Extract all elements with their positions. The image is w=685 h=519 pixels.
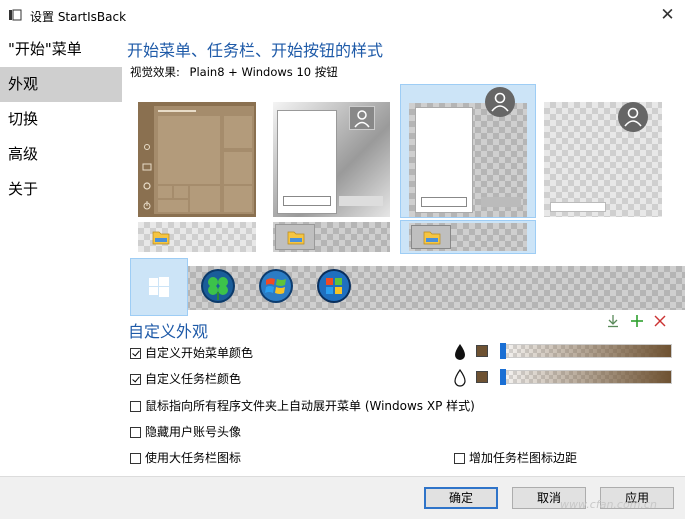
option-label: 增加任务栏图标边距 xyxy=(469,451,578,465)
slider-thumb[interactable] xyxy=(500,343,506,359)
style-thumb-plain-gray[interactable] xyxy=(400,84,536,218)
option-label: 鼠标指向所有程序文件夹上自动展开菜单 (Windows XP 样式) xyxy=(145,399,475,413)
checkbox-xp-style-expand[interactable] xyxy=(130,401,141,412)
style-thumb-plain-light[interactable] xyxy=(273,102,390,217)
taskbar-color-swatch[interactable] xyxy=(476,371,488,383)
folder-icon xyxy=(287,231,305,245)
close-button[interactable]: ✕ xyxy=(650,0,685,30)
main-panel: 开始菜单、任务栏、开始按钮的样式 视觉效果: Plain8 + Windows … xyxy=(122,30,685,476)
drop-outline-icon xyxy=(454,369,466,387)
option-taskbar-icon-margin[interactable]: 增加任务栏图标边距 xyxy=(454,449,577,467)
windows-logo-icon xyxy=(149,277,169,297)
visual-effect-label: 视觉效果: Plain8 + Windows 10 按钮 xyxy=(130,64,338,80)
taskbar-style-1[interactable] xyxy=(138,222,256,252)
option-xp-style-expand[interactable]: 鼠标指向所有程序文件夹上自动展开菜单 (Windows XP 样式) xyxy=(130,397,475,415)
avatar-icon xyxy=(491,92,509,112)
menu-side-icons xyxy=(142,144,152,210)
section-title: 开始菜单、任务栏、开始按钮的样式 xyxy=(127,41,384,60)
sidebar-item-about[interactable]: 关于 xyxy=(0,172,122,207)
start-button-windows[interactable] xyxy=(130,258,188,316)
style-thumb-transparent[interactable] xyxy=(544,102,662,217)
drop-filled-icon xyxy=(455,344,465,360)
avatar-icon xyxy=(354,110,370,128)
app-icon xyxy=(9,9,22,21)
download-icon[interactable] xyxy=(606,314,620,328)
checkbox-custom-menu-color[interactable] xyxy=(130,348,141,359)
folder-icon xyxy=(423,231,441,245)
watermark: www.cfan.com.cn xyxy=(560,498,657,511)
option-label: 自定义任务栏颜色 xyxy=(145,372,242,386)
option-label: 使用大任务栏图标 xyxy=(145,451,242,465)
sidebar-item-switch[interactable]: 切换 xyxy=(0,102,122,137)
taskbar-style-2[interactable] xyxy=(273,222,390,252)
taskbar-style-3[interactable] xyxy=(400,220,536,254)
checkbox-custom-taskbar-color[interactable] xyxy=(130,374,141,385)
clover-orb-icon[interactable] xyxy=(200,268,236,304)
remove-icon[interactable] xyxy=(654,315,666,327)
custom-appearance-title: 自定义外观 xyxy=(128,322,209,341)
add-icon[interactable] xyxy=(630,314,644,328)
visual-effect-caption: 视觉效果: xyxy=(130,65,180,79)
windows-orb-blue-icon[interactable] xyxy=(316,268,352,304)
taskbar-opacity-slider[interactable] xyxy=(500,369,672,385)
sidebar-item-start-menu[interactable]: "开始"菜单 xyxy=(0,32,122,67)
window-title: 设置 StartIsBack xyxy=(30,10,127,24)
option-custom-taskbar-color[interactable]: 自定义任务栏颜色 xyxy=(130,370,241,388)
option-custom-menu-color[interactable]: 自定义开始菜单颜色 xyxy=(130,344,253,362)
option-label: 自定义开始菜单颜色 xyxy=(145,346,254,360)
folder-icon xyxy=(152,231,170,245)
windows7-orb-icon[interactable] xyxy=(258,268,294,304)
sidebar-item-appearance[interactable]: 外观 xyxy=(0,67,122,102)
sidebar-item-advanced[interactable]: 高级 xyxy=(0,137,122,172)
menu-opacity-slider[interactable] xyxy=(500,343,672,359)
title-bar: 设置 StartIsBack ✕ xyxy=(0,0,685,30)
option-large-taskbar-icons[interactable]: 使用大任务栏图标 xyxy=(130,449,241,467)
option-hide-avatar[interactable]: 隐藏用户账号头像 xyxy=(130,423,241,441)
menu-color-swatch[interactable] xyxy=(476,345,488,357)
checkbox-taskbar-icon-margin[interactable] xyxy=(454,453,465,464)
option-label: 隐藏用户账号头像 xyxy=(145,425,242,439)
avatar-icon xyxy=(624,107,642,127)
sidebar: "开始"菜单 外观 切换 高级 关于 xyxy=(0,30,122,476)
visual-effect-value: Plain8 + Windows 10 按钮 xyxy=(189,65,338,79)
checkbox-hide-avatar[interactable] xyxy=(130,427,141,438)
ok-button[interactable]: 确定 xyxy=(424,487,498,509)
checkbox-large-taskbar-icons[interactable] xyxy=(130,453,141,464)
style-thumb-windows10[interactable] xyxy=(138,102,256,217)
slider-thumb[interactable] xyxy=(500,369,506,385)
